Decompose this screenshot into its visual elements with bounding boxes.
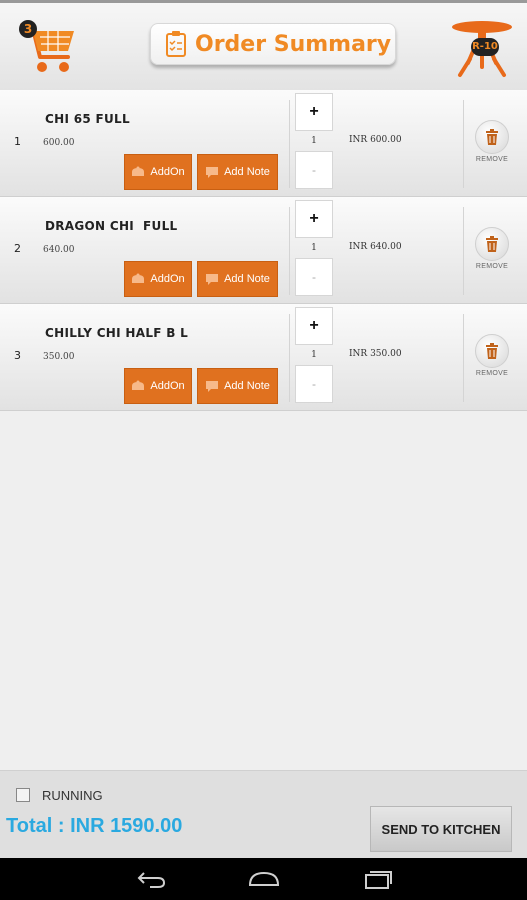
decrease-qty-button[interactable]: - (295, 258, 333, 296)
item-line-total: INR 350.00 (349, 349, 402, 359)
item-price: 600.00 (43, 138, 75, 148)
addon-button[interactable]: AddOn (124, 154, 192, 190)
add-note-label: Add Note (224, 380, 270, 392)
increase-qty-button[interactable]: + (295, 200, 333, 238)
increase-qty-button[interactable]: + (295, 307, 333, 345)
remove-button[interactable]: REMOVE (470, 227, 514, 270)
trash-icon (475, 227, 509, 261)
add-note-button[interactable]: Add Note (197, 261, 278, 297)
remove-label: REMOVE (475, 156, 509, 163)
note-icon (206, 274, 219, 285)
add-note-label: Add Note (224, 273, 270, 285)
divider (463, 100, 464, 188)
increase-qty-button[interactable]: + (295, 93, 333, 131)
clipboard-icon (166, 31, 186, 57)
home-icon[interactable] (248, 869, 280, 889)
order-item-row: 2 DRAGON CHI FULL 640.00 AddOn Add Note … (0, 197, 527, 304)
addon-icon (132, 273, 145, 283)
item-price: 350.00 (43, 352, 75, 362)
item-quantity: 1 (311, 350, 317, 360)
divider (463, 314, 464, 402)
addon-label: AddOn (150, 273, 185, 285)
order-total: Total : INR 1590.00 (6, 815, 183, 837)
note-icon (206, 167, 219, 178)
item-line-total: INR 640.00 (349, 242, 402, 252)
divider (289, 100, 290, 188)
order-item-row: 1 CHI 65 FULL 600.00 AddOn Add Note + 1 … (0, 90, 527, 197)
addon-label: AddOn (150, 166, 185, 178)
remove-button[interactable]: REMOVE (470, 120, 514, 163)
item-name: DRAGON CHI FULL (45, 219, 178, 233)
trash-icon (475, 334, 509, 368)
android-nav-bar (0, 858, 527, 900)
cart-count-badge: 3 (19, 20, 37, 38)
remove-label: REMOVE (475, 370, 509, 377)
item-line-total: INR 600.00 (349, 135, 402, 145)
item-index: 1 (14, 135, 21, 148)
addon-button[interactable]: AddOn (124, 261, 192, 297)
item-price: 640.00 (43, 245, 75, 255)
app-header: 3 Order Summary R-10 (0, 0, 527, 90)
send-to-kitchen-button[interactable]: SEND TO KITCHEN (370, 806, 512, 852)
add-note-button[interactable]: Add Note (197, 368, 278, 404)
divider (289, 207, 290, 295)
decrease-qty-button[interactable]: - (295, 151, 333, 189)
table-number-badge: R-10 (471, 38, 499, 56)
addon-label: AddOn (150, 380, 185, 392)
order-footer: RUNNING Total : INR 1590.00 SEND TO KITC… (0, 770, 527, 858)
addon-icon (132, 380, 145, 390)
order-summary-title: Order Summary (150, 23, 396, 65)
order-item-row: 3 CHILLY CHI HALF B L 350.00 AddOn Add N… (0, 304, 527, 411)
addon-icon (132, 166, 145, 176)
item-quantity: 1 (311, 243, 317, 253)
item-name: CHILLY CHI HALF B L (45, 326, 189, 340)
add-note-label: Add Note (224, 166, 270, 178)
addon-button[interactable]: AddOn (124, 368, 192, 404)
note-icon (206, 381, 219, 392)
remove-button[interactable]: REMOVE (470, 334, 514, 377)
back-icon[interactable] (136, 869, 168, 889)
add-note-button[interactable]: Add Note (197, 154, 278, 190)
running-checkbox[interactable] (16, 788, 30, 802)
remove-label: REMOVE (475, 263, 509, 270)
divider (463, 207, 464, 295)
recents-icon[interactable] (362, 869, 394, 889)
item-name: CHI 65 FULL (45, 112, 130, 126)
trash-icon (475, 120, 509, 154)
order-items-list: 1 CHI 65 FULL 600.00 AddOn Add Note + 1 … (0, 90, 527, 411)
decrease-qty-button[interactable]: - (295, 365, 333, 403)
page-title: Order Summary (195, 31, 392, 57)
running-label: RUNNING (42, 788, 103, 803)
item-index: 2 (14, 242, 21, 255)
divider (289, 314, 290, 402)
item-index: 3 (14, 349, 21, 362)
item-quantity: 1 (311, 136, 317, 146)
